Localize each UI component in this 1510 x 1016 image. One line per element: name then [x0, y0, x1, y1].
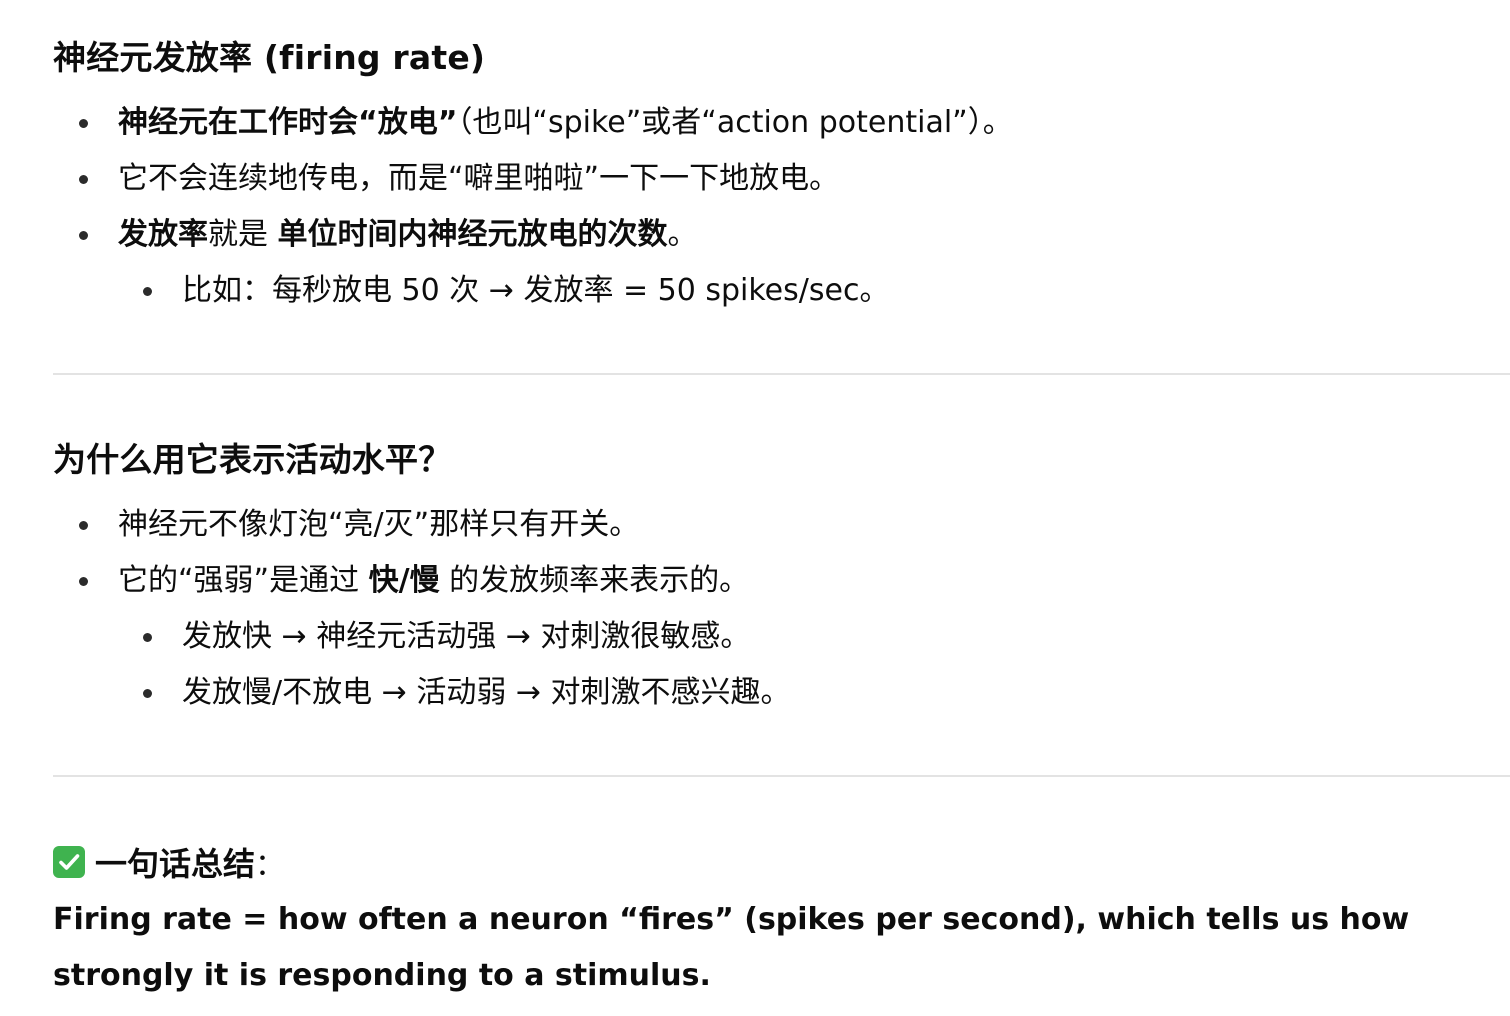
item-text: 发放快 → 神经元活动强 → 对刺激很敏感。	[182, 619, 751, 654]
divider	[53, 775, 1510, 777]
check-mark-icon	[53, 846, 85, 878]
sub-list-item: 发放快 → 神经元活动强 → 对刺激很敏感。	[53, 609, 791, 665]
summary-title: 一句话总结	[95, 845, 256, 883]
summary-colon: ：	[255, 848, 286, 883]
why-list: 神经元不像灯泡“亮/灭”那样只有开关。 它的“强弱”是通过 快/慢 的发放频率来…	[53, 497, 791, 721]
summary-text: Firing rate = how often a neuron “fires”…	[53, 902, 1410, 993]
section-heading-firing-rate: 神经元发放率 (firing rate)	[53, 38, 486, 77]
item-text: 它的“强弱”是通过	[118, 563, 369, 598]
section-heading-why: 为什么用它表示活动水平？	[53, 440, 452, 479]
item-text: 发放慢/不放电 → 活动弱 → 对刺激不感兴趣。	[182, 675, 791, 710]
bold-text: 单位时间内神经元放电的次数	[277, 217, 668, 252]
bold-text: 快/慢	[368, 563, 440, 598]
list-item: 它的“强弱”是通过 快/慢 的发放频率来表示的。	[53, 553, 791, 609]
bold-text: 神经元在工作时会“放电”	[118, 105, 458, 140]
item-text: 它不会连续地传电，而是“噼里啪啦”一下一下地放电。	[118, 161, 840, 196]
bold-text: 发放率	[118, 217, 208, 252]
item-text: 就是	[208, 217, 278, 252]
sub-list-item: 比如：每秒放电 50 次 → 发放率 = 50 spikes/sec。	[53, 263, 1013, 319]
item-text: 比如：每秒放电 50 次 → 发放率 = 50 spikes/sec。	[182, 273, 890, 308]
sub-list-item: 发放慢/不放电 → 活动弱 → 对刺激不感兴趣。	[53, 665, 791, 721]
summary-heading: 一句话总结：	[53, 842, 286, 883]
list-item: 发放率就是 单位时间内神经元放电的次数。	[53, 207, 1013, 263]
list-item: 神经元在工作时会“放电”（也叫“spike”或者“action potentia…	[53, 95, 1013, 151]
list-item: 神经元不像灯泡“亮/灭”那样只有开关。	[53, 497, 791, 553]
item-text: 。	[667, 217, 698, 252]
item-text: 神经元不像灯泡“亮/灭”那样只有开关。	[118, 507, 640, 542]
list-item: 它不会连续地传电，而是“噼里啪啦”一下一下地放电。	[53, 151, 1013, 207]
firing-rate-list: 神经元在工作时会“放电”（也叫“spike”或者“action potentia…	[53, 95, 1013, 319]
item-text: （也叫“spike”或者“action potential”）。	[457, 105, 1013, 140]
divider	[53, 373, 1510, 375]
item-text: 的发放频率来表示的。	[439, 563, 750, 598]
